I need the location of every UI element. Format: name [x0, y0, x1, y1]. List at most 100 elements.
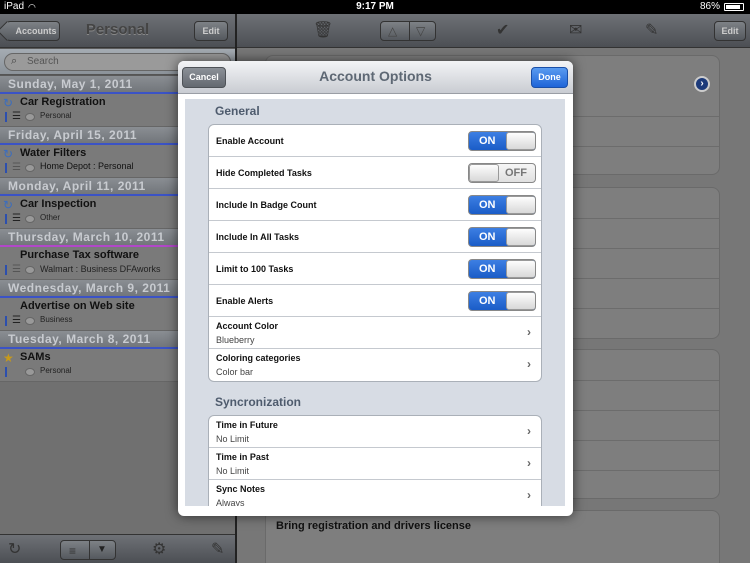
limit-tasks-row: Limit to 100 Tasks ON [209, 253, 541, 285]
left-bottom-toolbar: ↻ ≡ ▼ ⚙ ✎ [0, 534, 235, 563]
task-context: Home Depot : Personal [40, 161, 134, 171]
coloring-categories-row[interactable]: Coloring categories Color bar › [209, 349, 541, 381]
edit-list-button[interactable]: Edit [194, 21, 228, 41]
option-label: Hide Completed Tasks [216, 168, 312, 178]
chevron-right-icon: › [527, 488, 531, 502]
enable-alerts-toggle[interactable]: ON [468, 291, 536, 311]
task-context: Walmart : Business DFAworks [40, 264, 161, 274]
status-dot-icon[interactable] [25, 266, 35, 274]
account-color-row[interactable]: Account Color Blueberry › [209, 317, 541, 349]
task-note: Bring registration and drivers license [276, 520, 472, 532]
badge-count-row: Include In Badge Count ON [209, 189, 541, 221]
status-dot-icon[interactable] [25, 164, 35, 172]
option-value: Color bar [216, 367, 254, 377]
option-label: Enable Account [216, 136, 284, 146]
left-toolbar: Accounts Personal Edit [0, 14, 235, 48]
task-title: Water Filters [20, 147, 87, 159]
star-folder-icon: ★ [3, 351, 14, 365]
toggle-state: ON [479, 263, 496, 275]
sort-segmented-control[interactable]: ≡ ▼ [60, 540, 116, 560]
toggle-knob [506, 132, 535, 150]
enable-account-toggle[interactable]: ON [468, 131, 536, 151]
enable-alerts-row: Enable Alerts ON [209, 285, 541, 317]
hide-completed-row: Hide Completed Tasks OFF [209, 157, 541, 189]
edit-task-button[interactable]: Edit [714, 21, 746, 41]
dropdown-arrow-icon[interactable]: ▼ [97, 544, 107, 555]
status-dot-icon[interactable] [25, 113, 35, 121]
task-context: Other [40, 213, 61, 222]
option-label: Account Color [216, 321, 278, 331]
toggle-knob [506, 292, 535, 310]
option-label: Include In Badge Count [216, 200, 317, 210]
hide-completed-toggle[interactable]: OFF [468, 163, 536, 183]
option-label: Time in Past [216, 452, 269, 462]
toggle-state: OFF [505, 167, 527, 179]
prev-next-segmented-control[interactable]: △ ▽ [380, 21, 436, 41]
status-dot-icon[interactable] [25, 368, 35, 376]
chevron-right-icon: › [527, 424, 531, 438]
trash-icon[interactable]: 🗑 [313, 20, 333, 40]
option-label: Enable Alerts [216, 296, 274, 306]
task-title: Purchase Tax software [20, 249, 140, 261]
task-context: Business [40, 315, 73, 324]
general-section-title: General [215, 104, 260, 118]
list-icon: ☰ [12, 264, 21, 275]
list-sort-icon[interactable]: ≡ [69, 544, 76, 558]
chevron-right-icon: › [527, 456, 531, 470]
priority-bar [5, 367, 7, 377]
sync-group: Time in Future No Limit › Time in Past N… [208, 415, 542, 506]
list-icon: ☰ [12, 315, 21, 326]
status-dot-icon[interactable] [25, 317, 35, 325]
task-context: Personal [40, 366, 72, 375]
list-icon: ☰ [12, 111, 21, 122]
limit-tasks-toggle[interactable]: ON [468, 259, 536, 279]
checkmark-icon[interactable]: ✔ [496, 20, 509, 40]
options-scroll-area[interactable]: General Enable Account ON Hide Completed… [185, 99, 565, 506]
option-value: No Limit [216, 466, 250, 476]
toggle-state: ON [479, 199, 496, 211]
gear-icon[interactable]: ⚙ [152, 539, 166, 559]
badge-count-toggle[interactable]: ON [468, 195, 536, 215]
general-group: Enable Account ON Hide Completed Tasks O… [208, 124, 542, 382]
chevron-right-icon: › [527, 357, 531, 371]
toggle-state: ON [479, 231, 496, 243]
task-title: Advertise on Web site [20, 300, 135, 312]
compose-icon[interactable]: ✎ [645, 20, 658, 40]
all-tasks-toggle[interactable]: ON [468, 227, 536, 247]
accounts-back-button[interactable]: Accounts [6, 21, 60, 41]
time-in-past-row[interactable]: Time in Past No Limit › [209, 448, 541, 480]
repeat-icon: ↻ [3, 198, 14, 212]
detail-disclosure-icon[interactable]: › [694, 76, 710, 92]
search-placeholder: Search [27, 56, 59, 67]
toggle-knob [506, 260, 535, 278]
toggle-state: ON [479, 135, 496, 147]
battery-percent: 86% [699, 1, 720, 12]
priority-bar [5, 163, 7, 173]
previous-arrow-icon[interactable]: △ [388, 24, 397, 38]
toggle-state: ON [479, 295, 496, 307]
next-arrow-icon[interactable]: ▽ [416, 24, 425, 38]
status-bar: iPad ◠ 9:17 PM 86% [0, 0, 750, 14]
time-in-future-row[interactable]: Time in Future No Limit › [209, 416, 541, 448]
all-tasks-row: Include In All Tasks ON [209, 221, 541, 253]
mail-icon[interactable]: ✉ [569, 20, 582, 40]
search-icon: ⌕ [11, 55, 18, 67]
done-button[interactable]: Done [531, 67, 568, 88]
priority-bar [5, 265, 7, 275]
status-dot-icon[interactable] [25, 215, 35, 223]
refresh-icon[interactable]: ↻ [8, 539, 21, 559]
toggle-knob [506, 228, 535, 246]
enable-account-row: Enable Account ON [209, 125, 541, 157]
priority-bar [5, 214, 7, 224]
toggle-knob [506, 196, 535, 214]
sync-notes-row[interactable]: Sync Notes Always › [209, 480, 541, 506]
priority-bar [5, 112, 7, 122]
account-title: Personal [85, 21, 150, 38]
accounts-back-label: Accounts [15, 26, 57, 36]
compose-icon[interactable]: ✎ [211, 539, 224, 559]
battery-icon [724, 3, 744, 11]
option-value: Always [216, 498, 245, 506]
option-label: Time in Future [216, 420, 278, 430]
option-label: Sync Notes [216, 484, 266, 494]
option-label: Coloring categories [216, 353, 301, 363]
